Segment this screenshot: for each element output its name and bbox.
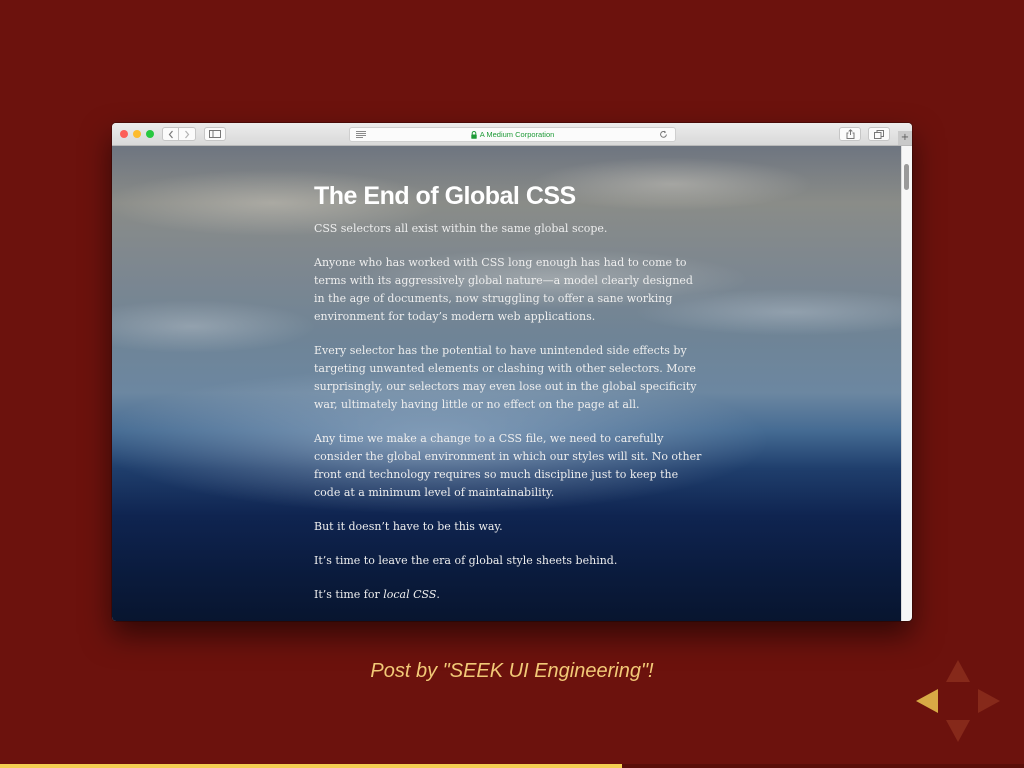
address-text: A Medium Corporation — [479, 130, 555, 139]
last-paragraph-period: . — [436, 588, 440, 601]
article-title: The End of Global CSS — [314, 182, 576, 210]
chevron-right-icon — [185, 130, 190, 138]
tabs-icon — [874, 129, 884, 139]
article: The End of Global CSS CSS selectors all … — [314, 181, 706, 620]
sidebar-icon — [209, 130, 221, 138]
slide-progress-bar — [0, 764, 622, 768]
nav-left-arrow-icon[interactable] — [916, 689, 938, 713]
browser-window: A Medium Corporation + The End of Global… — [112, 123, 912, 621]
nav-up-arrow-icon[interactable] — [946, 660, 970, 682]
reload-icon[interactable] — [659, 130, 668, 139]
close-window-button[interactable] — [120, 130, 128, 138]
share-icon — [846, 129, 854, 139]
slide-progress-track — [0, 764, 1024, 768]
lock-icon — [470, 130, 477, 139]
article-paragraph: It’s time to leave the era of global sty… — [314, 554, 618, 567]
back-button[interactable] — [162, 127, 179, 141]
show-tabs-button[interactable] — [868, 127, 890, 141]
browser-toolbar: A Medium Corporation — [112, 123, 912, 146]
local-css-emphasis: local CSS — [383, 588, 437, 601]
address-content: A Medium Corporation — [350, 128, 675, 141]
address-bar[interactable]: A Medium Corporation — [349, 127, 676, 142]
article-paragraph: CSS selectors all exist within the same … — [314, 222, 608, 235]
zoom-window-button[interactable] — [146, 130, 154, 138]
slide-navigation-controls — [916, 660, 1000, 742]
sidebar-button[interactable] — [204, 127, 226, 141]
page-viewport: The End of Global CSS CSS selectors all … — [112, 146, 912, 621]
minimize-window-button[interactable] — [133, 130, 141, 138]
article-paragraph: But it doesn’t have to be this way. — [314, 520, 503, 533]
scrollbar-thumb[interactable] — [904, 164, 909, 190]
nav-down-arrow-icon[interactable] — [946, 720, 970, 742]
forward-button[interactable] — [179, 127, 196, 141]
article-paragraph: Any time we make a change to a CSS file,… — [314, 432, 702, 499]
new-tab-button[interactable]: + — [898, 131, 912, 145]
chevron-left-icon — [168, 130, 173, 138]
article-paragraph-last: It’s time for local CSS. — [314, 586, 706, 604]
vertical-scrollbar[interactable] — [901, 146, 912, 621]
article-paragraph: Every selector has the potential to have… — [314, 344, 697, 411]
share-button[interactable] — [839, 127, 861, 141]
nav-right-arrow-icon[interactable] — [978, 689, 1000, 713]
slide-caption: Post by "SEEK UI Engineering"! — [370, 660, 654, 682]
last-paragraph-text: It’s time for — [314, 588, 384, 601]
article-paragraph: Anyone who has worked with CSS long enou… — [314, 256, 693, 323]
